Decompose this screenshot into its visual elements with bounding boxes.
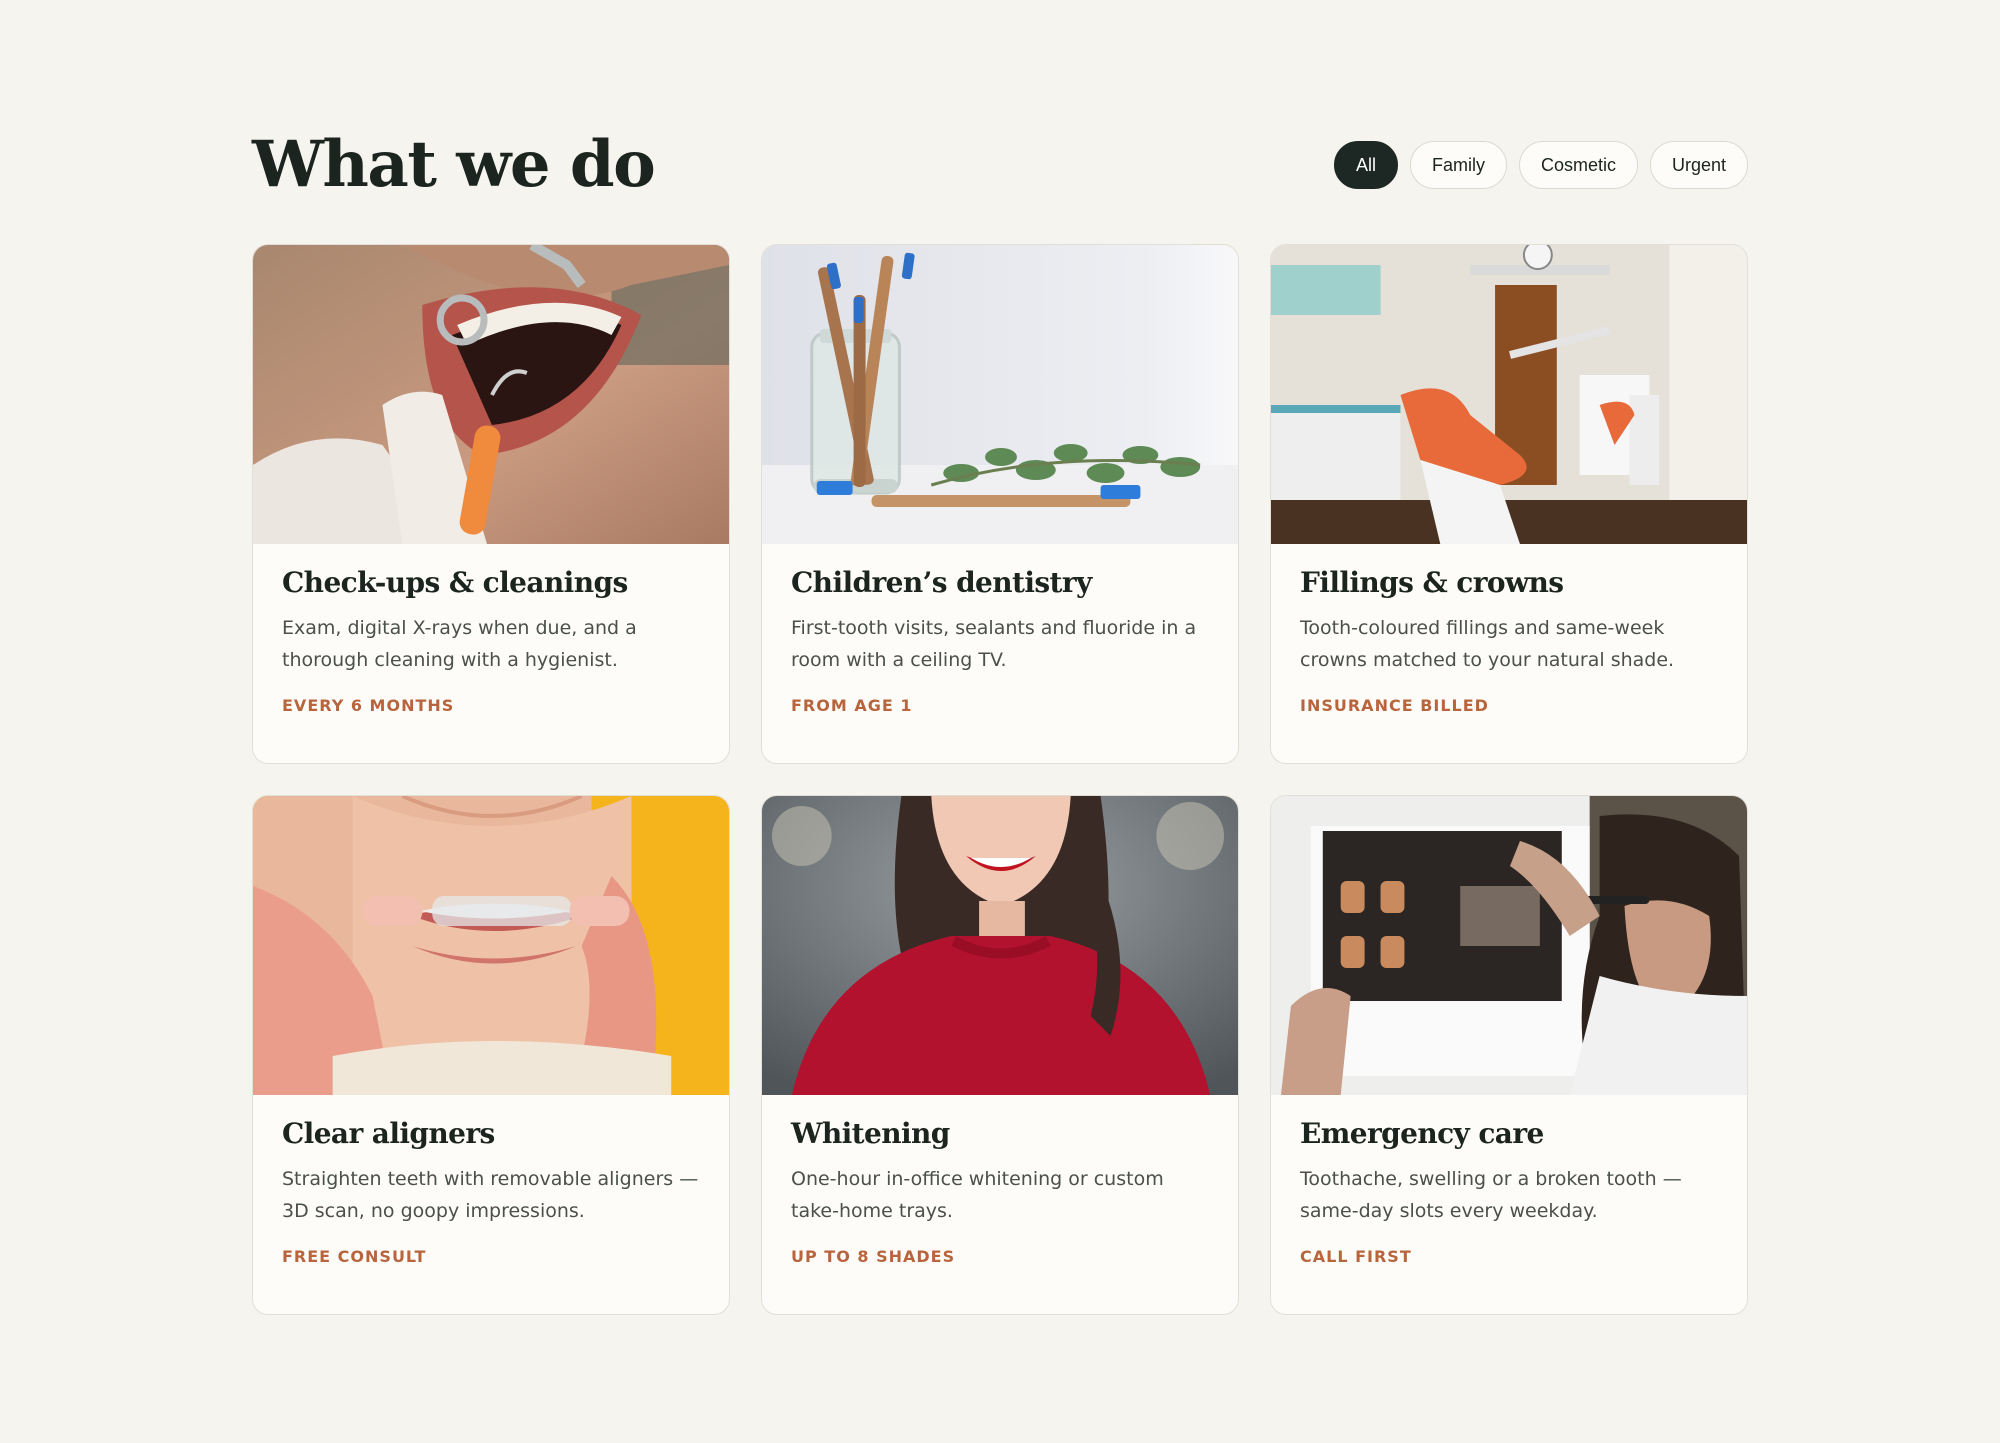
services-section: What we do All Family Cosmetic Urgent Ch… bbox=[252, 100, 1748, 1315]
card-body: Clear aligners Straighten teeth with rem… bbox=[253, 1095, 729, 1266]
card-title: Emergency care bbox=[1300, 1117, 1544, 1150]
card-description: First-tooth visits, sealants and fluorid… bbox=[791, 616, 1197, 671]
dental-office-chair-photo bbox=[1271, 245, 1747, 544]
card-title: Children’s dentistry bbox=[791, 566, 1092, 599]
card-body: Children’s dentistry First-tooth visits,… bbox=[762, 544, 1238, 715]
card-tag: CALL FIRST bbox=[1300, 1246, 1412, 1266]
card-description: Exam, digital X-rays when due, and a tho… bbox=[282, 616, 637, 671]
service-card-clear-aligners[interactable]: Clear aligners Straighten teeth with rem… bbox=[252, 795, 730, 1315]
bamboo-toothbrushes-photo bbox=[762, 245, 1238, 544]
filter-chips: All Family Cosmetic Urgent bbox=[1333, 141, 1748, 189]
card-body: Check-ups & cleanings Exam, digital X-ra… bbox=[253, 544, 729, 715]
card-description: Straighten teeth with removable aligners… bbox=[282, 1167, 699, 1222]
filter-chip-family[interactable]: Family bbox=[1409, 141, 1507, 189]
smiling-woman-photo bbox=[762, 796, 1238, 1095]
card-title: Whitening bbox=[791, 1117, 950, 1150]
card-description: One-hour in-office whitening or custom t… bbox=[791, 1167, 1164, 1222]
filter-chip-all[interactable]: All bbox=[1333, 141, 1398, 189]
card-tag: EVERY 6 MONTHS bbox=[282, 695, 455, 715]
dentist-xray-photo bbox=[1271, 796, 1747, 1095]
card-body: Fillings & crowns Tooth-coloured filling… bbox=[1271, 544, 1747, 715]
dental-exam-photo bbox=[253, 245, 729, 544]
card-title: Check-ups & cleanings bbox=[282, 566, 628, 599]
card-tag: UP TO 8 SHADES bbox=[791, 1246, 956, 1266]
card-body: Emergency care Toothache, swelling or a … bbox=[1271, 1095, 1747, 1266]
filter-chip-urgent[interactable]: Urgent bbox=[1649, 141, 1748, 189]
service-card-checkups[interactable]: Check-ups & cleanings Exam, digital X-ra… bbox=[252, 244, 730, 764]
section-title: What we do bbox=[252, 127, 656, 202]
card-description: Toothache, swelling or a broken tooth — … bbox=[1300, 1167, 1682, 1222]
section-header: What we do All Family Cosmetic Urgent bbox=[252, 100, 1748, 230]
service-card-emergency-care[interactable]: Emergency care Toothache, swelling or a … bbox=[1270, 795, 1748, 1315]
card-title: Fillings & crowns bbox=[1300, 566, 1564, 599]
card-title: Clear aligners bbox=[282, 1117, 495, 1150]
card-tag: FROM AGE 1 bbox=[791, 695, 913, 715]
service-card-childrens-dentistry[interactable]: Children’s dentistry First-tooth visits,… bbox=[761, 244, 1239, 764]
card-body: Whitening One-hour in-office whitening o… bbox=[762, 1095, 1238, 1266]
services-grid: Check-ups & cleanings Exam, digital X-ra… bbox=[252, 244, 1748, 1315]
card-tag: INSURANCE BILLED bbox=[1300, 695, 1489, 715]
card-description: Tooth-coloured fillings and same-week cr… bbox=[1300, 616, 1675, 671]
filter-chip-cosmetic[interactable]: Cosmetic bbox=[1518, 141, 1638, 189]
clear-aligner-photo bbox=[253, 796, 729, 1095]
service-card-fillings-crowns[interactable]: Fillings & crowns Tooth-coloured filling… bbox=[1270, 244, 1748, 764]
service-card-whitening[interactable]: Whitening One-hour in-office whitening o… bbox=[761, 795, 1239, 1315]
card-tag: FREE CONSULT bbox=[282, 1246, 427, 1266]
